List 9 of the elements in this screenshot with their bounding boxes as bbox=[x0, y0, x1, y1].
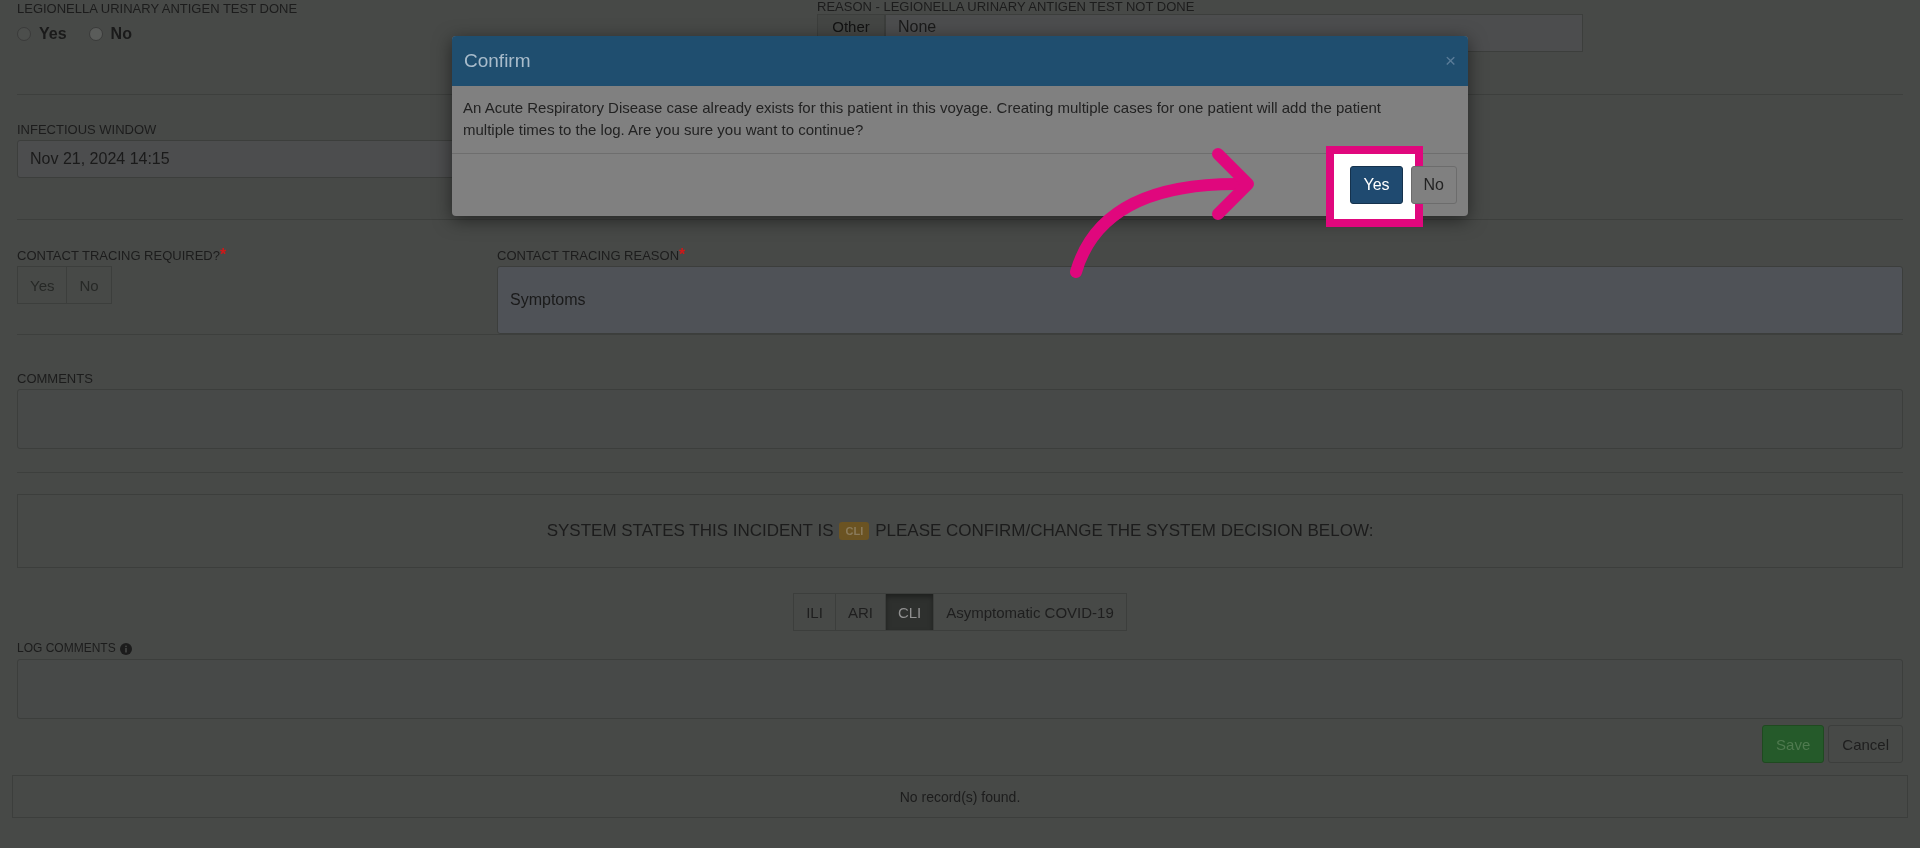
toggle-button[interactable]: CLI bbox=[884, 593, 935, 631]
no-button[interactable]: No bbox=[1410, 166, 1457, 204]
status-badge: CLI bbox=[839, 522, 870, 540]
dialog-title: Confirm bbox=[464, 50, 531, 72]
select-field[interactable]: Symptoms bbox=[497, 266, 1903, 334]
info-icon[interactable] bbox=[119, 642, 132, 655]
yes-button[interactable]: Yes bbox=[1350, 166, 1403, 204]
radio-button[interactable] bbox=[88, 27, 103, 41]
close-button[interactable]: × bbox=[1444, 50, 1456, 72]
